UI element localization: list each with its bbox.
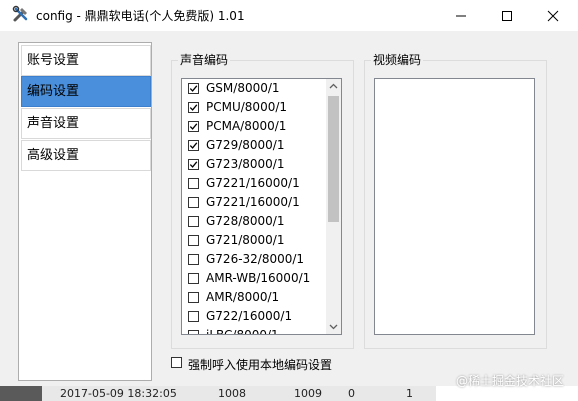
nav-item-label: 高级设置 — [27, 148, 80, 163]
codec-item[interactable]: G726-32/8000/1 — [186, 251, 326, 270]
codec-label: G729/8000/1 — [206, 138, 285, 152]
codec-item[interactable]: G722/16000/1 — [186, 308, 326, 327]
codec-label: G7221/16000/1 — [206, 195, 300, 209]
codec-checkbox[interactable] — [188, 273, 199, 284]
codec-item[interactable]: G721/8000/1 — [186, 232, 326, 251]
video-codec-group-label: 视频编码 — [371, 51, 424, 68]
codec-checkbox[interactable] — [188, 254, 199, 265]
checkmark-icon — [189, 161, 198, 168]
close-icon — [547, 10, 559, 22]
video-codec-list[interactable] — [374, 78, 535, 335]
force-local-codec-checkbox[interactable] — [171, 357, 182, 368]
maximize-button[interactable] — [484, 0, 530, 31]
tools-icon — [12, 5, 30, 23]
codec-checkbox[interactable] — [188, 159, 199, 170]
codec-label: GSM/8000/1 — [206, 81, 280, 95]
checkmark-icon — [189, 123, 198, 130]
codec-item[interactable]: G7221/16000/1 — [186, 175, 326, 194]
force-local-codec-label: 强制呼入使用本地编码设置 — [188, 358, 333, 372]
codec-item[interactable]: PCMU/8000/1 — [186, 99, 326, 118]
codec-checkbox[interactable] — [188, 330, 199, 334]
watermark-text: @稀土掘金技术社区 — [456, 374, 565, 388]
codec-label: G721/8000/1 — [206, 233, 285, 247]
audio-list-scrollbar[interactable] — [326, 79, 341, 334]
bg-cell-2: 1008 — [218, 387, 246, 400]
codec-item[interactable]: AMR-WB/16000/1 — [186, 270, 326, 289]
codec-label: G728/8000/1 — [206, 214, 285, 228]
force-local-codec-option[interactable]: 强制呼入使用本地编码设置 — [171, 355, 391, 373]
codec-item[interactable]: AMR/8000/1 — [186, 289, 326, 308]
codec-label: AMR-WB/16000/1 — [206, 271, 311, 285]
audio-codec-list[interactable]: GSM/8000/1 PCMU/8000/1 PCMA/8000/1 G729/800… — [181, 78, 342, 335]
title-bar[interactable]: config - 鼎鼎软电话(个人免费版) 1.01 — [0, 0, 578, 31]
codec-item[interactable]: PCMA/8000/1 — [186, 118, 326, 137]
codec-checkbox[interactable] — [188, 121, 199, 132]
codec-checkbox[interactable] — [188, 102, 199, 113]
codec-label: PCMU/8000/1 — [206, 100, 288, 114]
codec-item[interactable]: G728/8000/1 — [186, 213, 326, 232]
config-window: config - 鼎鼎软电话(个人免费版) 1.01 账号设置 编码设置 声音设… — [0, 0, 578, 386]
codec-checkbox[interactable] — [188, 140, 199, 151]
scroll-up-button[interactable] — [326, 79, 341, 94]
checkmark-icon — [189, 104, 198, 111]
codec-checkbox[interactable] — [188, 216, 199, 227]
nav-item-label: 编码设置 — [27, 84, 80, 99]
nav-item-codec[interactable]: 编码设置 — [21, 76, 151, 107]
codec-checkbox[interactable] — [188, 178, 199, 189]
bg-cell-4: 0 — [348, 387, 355, 400]
checkmark-icon — [189, 85, 198, 92]
scroll-thumb[interactable] — [328, 96, 339, 222]
codec-checkbox[interactable] — [188, 235, 199, 246]
codec-label: PCMA/8000/1 — [206, 119, 287, 133]
codec-checkbox[interactable] — [188, 292, 199, 303]
codec-label: G722/16000/1 — [206, 309, 293, 323]
codec-label: G7221/16000/1 — [206, 176, 300, 190]
window-title: config - 鼎鼎软电话(个人免费版) 1.01 — [36, 9, 245, 23]
codec-label: AMR/8000/1 — [206, 290, 280, 304]
codec-item[interactable]: iLBC/8000/1 — [186, 327, 326, 335]
audio-codec-group-label: 声音编码 — [178, 51, 231, 68]
codec-checkbox[interactable] — [188, 311, 199, 322]
codec-label: iLBC/8000/1 — [206, 328, 279, 335]
codec-checkbox[interactable] — [188, 83, 199, 94]
minimize-button[interactable] — [438, 0, 484, 31]
codec-item[interactable]: GSM/8000/1 — [186, 80, 326, 99]
nav-item-advanced[interactable]: 高级设置 — [21, 140, 151, 171]
maximize-icon — [502, 11, 512, 21]
close-button[interactable] — [530, 0, 576, 31]
bg-date-cell: 2017-05-09 18:32:05 — [60, 387, 177, 400]
scroll-down-button[interactable] — [326, 319, 341, 334]
codec-label: G726-32/8000/1 — [206, 252, 305, 266]
codec-checkbox[interactable] — [188, 197, 199, 208]
nav-item-label: 声音设置 — [27, 116, 80, 131]
nav-item-label: 账号设置 — [27, 53, 80, 68]
chevron-down-icon — [329, 324, 338, 330]
bg-cell-5: 1 — [406, 387, 413, 400]
settings-nav: 账号设置 编码设置 声音设置 高级设置 — [18, 42, 152, 381]
codec-item[interactable]: G729/8000/1 — [186, 137, 326, 156]
nav-item-sound[interactable]: 声音设置 — [21, 108, 151, 139]
nav-item-account[interactable]: 账号设置 — [21, 45, 151, 76]
minimize-icon — [456, 15, 466, 17]
bg-cell-3: 1009 — [294, 387, 322, 400]
checkmark-icon — [189, 142, 198, 149]
chevron-up-icon — [329, 83, 338, 89]
codec-item[interactable]: G723/8000/1 — [186, 156, 326, 175]
codec-item[interactable]: G7221/16000/1 — [186, 194, 326, 213]
codec-label: G723/8000/1 — [206, 157, 285, 171]
